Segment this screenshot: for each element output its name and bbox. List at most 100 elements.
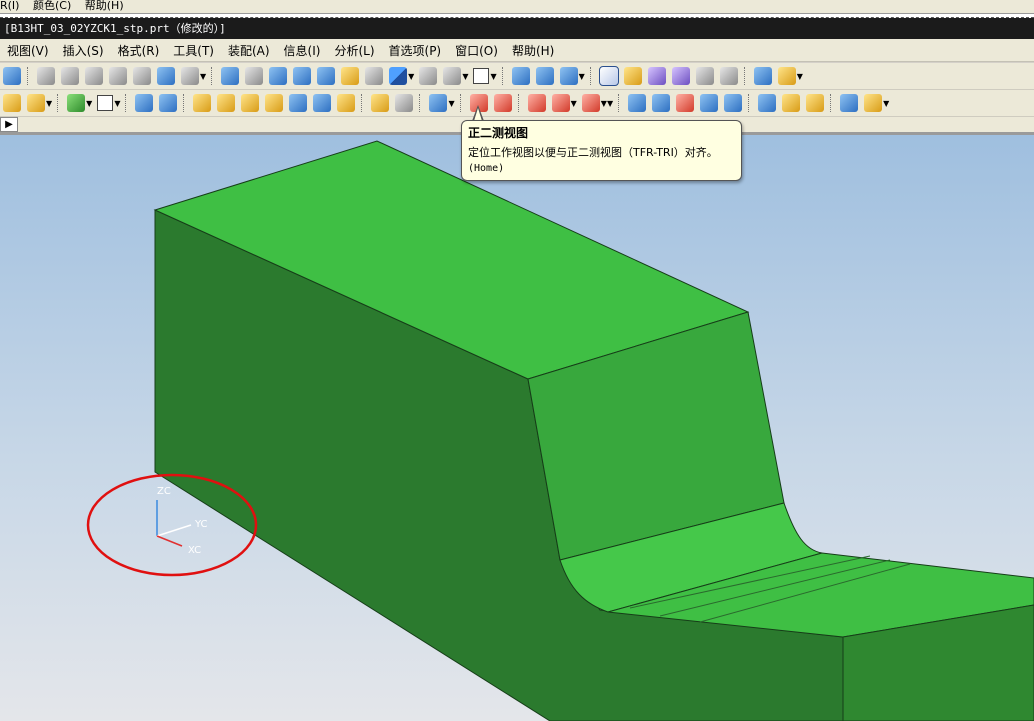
top-menu-item[interactable]: 帮助(H): [85, 0, 124, 12]
undo-icon[interactable]: [109, 67, 127, 85]
blend-icon[interactable]: [313, 94, 332, 112]
extrude-icon[interactable]: [265, 94, 284, 112]
menu-format[interactable]: 格式(R): [111, 42, 167, 59]
toolbar-grip[interactable]: [183, 94, 187, 112]
chevron-down-icon[interactable]: ▼: [490, 72, 496, 81]
move-icon[interactable]: [700, 94, 719, 112]
toolbar-grip[interactable]: [57, 94, 61, 112]
point-icon[interactable]: [97, 95, 114, 111]
feature-icon[interactable]: [27, 94, 45, 112]
menu-assembly[interactable]: 装配(A): [221, 42, 277, 59]
snap-icon[interactable]: [181, 67, 199, 85]
toolbar-grip[interactable]: [589, 67, 594, 85]
pan-icon[interactable]: [317, 67, 336, 85]
view-top-icon[interactable]: [671, 67, 690, 85]
view-orient-icon[interactable]: [511, 67, 530, 85]
datum-icon[interactable]: [67, 94, 86, 112]
chevron-down-icon[interactable]: ▼: [462, 72, 468, 81]
cone-icon[interactable]: [217, 94, 236, 112]
layer-icon[interactable]: [840, 94, 859, 112]
material-icon[interactable]: [806, 94, 825, 112]
zoom-icon[interactable]: [269, 67, 288, 85]
toolbar-grip[interactable]: [618, 94, 622, 112]
chevron-down-icon[interactable]: ▼: [408, 72, 414, 81]
zoom-in-icon[interactable]: [365, 67, 384, 85]
menu-window[interactable]: 窗口(O): [448, 42, 505, 59]
rotate-icon[interactable]: [293, 67, 312, 85]
toolbar-grip[interactable]: [517, 94, 522, 112]
fit-icon[interactable]: [221, 67, 240, 85]
copy-icon[interactable]: [61, 67, 79, 85]
perspective-icon[interactable]: [341, 67, 360, 85]
graphics-viewport[interactable]: ZC YC XC: [0, 135, 1034, 721]
paint-icon[interactable]: [782, 94, 801, 112]
view-left-icon[interactable]: [719, 67, 738, 85]
trimetric-view-icon[interactable]: [598, 66, 619, 86]
edge-display-icon[interactable]: [443, 67, 462, 85]
toolbar-grip[interactable]: [419, 94, 423, 112]
toolbar-grip[interactable]: [748, 94, 752, 112]
chevron-down-icon[interactable]: ▼: [448, 99, 454, 108]
cylinder-icon[interactable]: [193, 94, 212, 112]
hole-icon[interactable]: [371, 94, 390, 112]
chevron-down-icon[interactable]: ▼: [114, 99, 120, 108]
menu-analysis[interactable]: 分析(L): [327, 42, 381, 59]
dimetric-view-icon[interactable]: [623, 67, 642, 85]
redo-icon[interactable]: [133, 67, 151, 85]
arc-icon[interactable]: [493, 94, 512, 112]
chevron-down-icon[interactable]: ▼: [200, 72, 206, 81]
save-icon[interactable]: [3, 67, 21, 85]
surface-icon[interactable]: [628, 94, 647, 112]
box-icon[interactable]: [159, 94, 178, 112]
expand-panel-button[interactable]: ▶: [0, 117, 18, 132]
view-triad-icon[interactable]: [559, 67, 578, 85]
menu-tools[interactable]: 工具(T): [166, 42, 221, 59]
sketch-icon[interactable]: [3, 94, 21, 112]
chevron-down-icon[interactable]: ▼: [46, 99, 52, 108]
menu-insert[interactable]: 插入(S): [56, 42, 111, 59]
cut-icon[interactable]: [37, 67, 55, 85]
light-icon[interactable]: [864, 94, 883, 112]
render-style-icon[interactable]: [419, 67, 438, 85]
toolbar-grip[interactable]: [211, 67, 215, 85]
revolve-icon[interactable]: [289, 94, 308, 112]
toolbar-grip[interactable]: [361, 94, 365, 112]
measure-icon[interactable]: [753, 67, 772, 85]
zoom-window-icon[interactable]: [245, 67, 264, 85]
view-right-icon[interactable]: [695, 67, 714, 85]
chamfer-icon[interactable]: [337, 94, 356, 112]
view-rotate-icon[interactable]: [535, 67, 554, 85]
toolbar-grip[interactable]: [830, 94, 834, 112]
sphere-icon[interactable]: [241, 94, 260, 112]
background-icon[interactable]: [473, 68, 490, 84]
toolbar-grip[interactable]: [27, 67, 31, 85]
shaded-cube-icon[interactable]: [389, 67, 408, 85]
chevron-down-icon[interactable]: ▼: [607, 99, 613, 108]
toolbar-grip[interactable]: [501, 67, 506, 85]
paste-icon[interactable]: [85, 67, 103, 85]
render-icon[interactable]: [758, 94, 777, 112]
toolbar-grip[interactable]: [125, 94, 129, 112]
view-front-icon[interactable]: [647, 67, 666, 85]
chevron-down-icon[interactable]: ▼: [86, 99, 92, 108]
body-icon[interactable]: [135, 94, 154, 112]
menu-view[interactable]: 视图(V): [0, 42, 56, 59]
sew-icon[interactable]: [652, 94, 671, 112]
chevron-down-icon[interactable]: ▼: [579, 72, 585, 81]
chevron-down-icon[interactable]: ▼: [797, 72, 803, 81]
top-menu-item[interactable]: 颜色(C): [33, 0, 71, 12]
menu-preferences[interactable]: 首选项(P): [382, 42, 449, 59]
trim-icon[interactable]: [527, 94, 546, 112]
sheet-icon[interactable]: [724, 94, 743, 112]
chevron-down-icon[interactable]: ▼: [571, 99, 577, 108]
toolbar-grip[interactable]: [459, 94, 464, 112]
ruler-icon[interactable]: [777, 67, 796, 85]
face-icon[interactable]: [676, 94, 695, 112]
menu-help[interactable]: 帮助(H): [505, 42, 561, 59]
pattern-icon[interactable]: [429, 94, 448, 112]
top-menu-item[interactable]: R(I): [0, 0, 19, 12]
shell-icon[interactable]: [395, 94, 414, 112]
model-view[interactable]: ZC YC XC: [0, 135, 1034, 721]
chevron-down-icon[interactable]: ▼: [883, 99, 889, 108]
toolbar-grip[interactable]: [743, 67, 748, 85]
